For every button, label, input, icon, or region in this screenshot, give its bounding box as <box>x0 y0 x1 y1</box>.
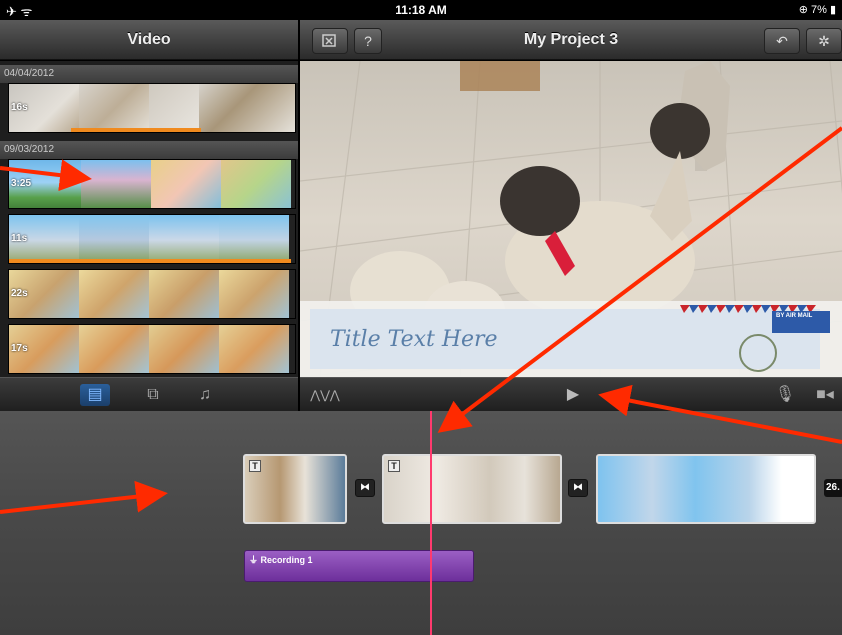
settings-icon[interactable]: ✲ <box>806 28 842 54</box>
photos-tab-icon[interactable]: ⧉ <box>138 384 168 406</box>
clip-frame <box>149 270 219 318</box>
microphone-icon: ⏚ <box>249 555 261 565</box>
clip-frame <box>79 270 149 318</box>
media-browser-title: Video <box>127 31 171 48</box>
playback-bar: ⋀⋁⋀ ▶ 🎙 ■◂ <box>300 377 842 411</box>
playhead[interactable] <box>430 411 432 635</box>
clip-frame <box>79 84 149 132</box>
video-clip[interactable]: 11s <box>8 214 296 264</box>
music-tab-icon[interactable]: ♫ <box>190 384 220 406</box>
preview-viewer: BY AIR MAIL Title Text Here <box>300 61 842 377</box>
clip-frame <box>221 160 291 208</box>
status-bar: ✈ ᯤ 11:18 AM ⊕ 7% ▮ <box>0 0 842 20</box>
transition-icon[interactable]: ⧓ <box>568 479 588 497</box>
timeline-clip[interactable]: T <box>243 454 347 524</box>
media-browser: 04/04/2012 16s 09/03/2012 3:25 11s 22s 1 <box>0 61 298 377</box>
clip-duration-badge: 26. <box>824 479 842 497</box>
clip-duration: 3:25 <box>11 178 32 189</box>
timeline-clip[interactable]: T <box>382 454 562 524</box>
title-badge[interactable]: T <box>249 460 261 472</box>
battery-icon: ▮ <box>826 4 836 16</box>
clip-frame <box>149 215 219 263</box>
audio-clip-label: ⏚ Recording 1 <box>249 555 313 565</box>
video-tab-icon[interactable]: ▤ <box>80 384 110 406</box>
clip-frame <box>79 325 149 373</box>
project-timeline[interactable]: T ⧓ T ⧓ 26. ⏚ Recording 1 <box>0 411 842 635</box>
used-in-project-bar <box>9 259 291 263</box>
clip-duration: 22s <box>11 288 28 299</box>
play-button[interactable]: ▶ <box>558 384 588 406</box>
video-clip[interactable]: 22s <box>8 269 296 319</box>
battery-indicator: ⊕ 7% ▮ <box>798 4 836 16</box>
timeline-clip[interactable] <box>596 454 816 524</box>
camera-icon[interactable]: ■◂ <box>810 384 840 406</box>
undo-icon[interactable]: ↶ <box>764 28 800 54</box>
date-header: 04/04/2012 <box>0 65 298 83</box>
project-toolbar: ? My Project 3 ↶ ✲ <box>300 20 842 60</box>
clip-frame <box>219 215 289 263</box>
clip-frame <box>219 325 289 373</box>
title-badge[interactable]: T <box>388 460 400 472</box>
title-text-overlay[interactable]: Title Text Here <box>330 327 498 352</box>
clip-frame <box>199 84 295 132</box>
clip-frame <box>219 270 289 318</box>
clock: 11:18 AM <box>395 3 447 17</box>
clip-frame <box>79 215 149 263</box>
air-mail-stamp: BY AIR MAIL <box>776 313 813 319</box>
transition-icon[interactable]: ⧓ <box>355 479 375 497</box>
lock-rotation-icon: ⊕ <box>798 4 811 16</box>
media-browser-toolbar: Video <box>0 20 298 60</box>
clip-duration: 11s <box>11 233 28 244</box>
audio-recording-clip[interactable]: ⏚ Recording 1 <box>244 550 474 582</box>
audio-waveform-icon[interactable]: ⋀⋁⋀ <box>310 384 340 406</box>
clip-frame <box>149 325 219 373</box>
video-clip[interactable]: 17s <box>8 324 296 374</box>
clip-frame <box>151 160 221 208</box>
project-title: My Project 3 <box>523 31 619 48</box>
microphone-icon[interactable]: 🎙 <box>770 384 800 406</box>
clip-duration: 17s <box>11 343 28 354</box>
clip-frame <box>81 160 151 208</box>
used-in-project-bar <box>71 128 201 132</box>
clip-duration: 16s <box>11 102 28 113</box>
video-clip[interactable]: 3:25 <box>8 159 296 209</box>
media-tabs-bar: ▤ ⧉ ♫ <box>0 377 298 411</box>
clip-frame <box>149 84 199 132</box>
video-clip[interactable]: 16s <box>8 83 296 133</box>
date-header: 09/03/2012 <box>0 141 298 159</box>
